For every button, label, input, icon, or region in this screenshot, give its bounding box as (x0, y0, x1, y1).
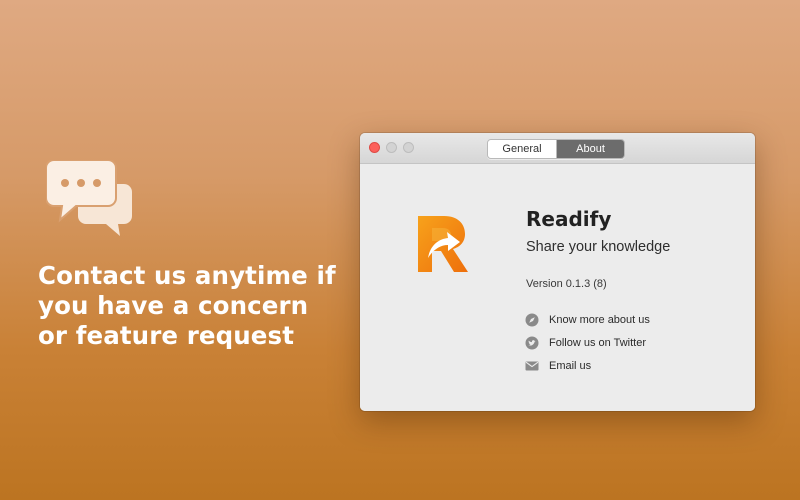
mail-icon (525, 359, 539, 373)
link-email[interactable]: Email us (525, 354, 650, 377)
link-email-label: Email us (549, 359, 592, 372)
about-panel: Readify Share your knowledge Version 0.1… (360, 164, 755, 411)
tab-about[interactable]: About (557, 140, 624, 158)
tab-general[interactable]: General (488, 140, 557, 158)
promo-message: Contact us anytime if you have a concern… (38, 261, 336, 350)
about-window: General About Readify Share your knowled… (360, 133, 755, 411)
link-know-more[interactable]: Know more about us (525, 308, 650, 331)
readify-logo-icon (416, 214, 470, 274)
twitter-icon (525, 336, 539, 350)
chat-bubbles-icon (45, 159, 134, 238)
link-know-more-label: Know more about us (549, 313, 650, 326)
compass-icon (525, 313, 539, 327)
app-tagline: Share your knowledge (526, 239, 671, 255)
contact-links: Know more about us Follow us on Twitter (525, 308, 650, 377)
tab-switcher: General About (487, 139, 625, 159)
zoom-button[interactable] (403, 142, 414, 153)
window-titlebar[interactable]: General About (360, 133, 755, 164)
link-twitter-label: Follow us on Twitter (549, 336, 647, 349)
app-name: Readify (526, 207, 612, 231)
minimize-button[interactable] (386, 142, 397, 153)
link-twitter[interactable]: Follow us on Twitter (525, 331, 650, 354)
close-button[interactable] (369, 142, 380, 153)
app-version: Version 0.1.3 (8) (526, 278, 607, 290)
